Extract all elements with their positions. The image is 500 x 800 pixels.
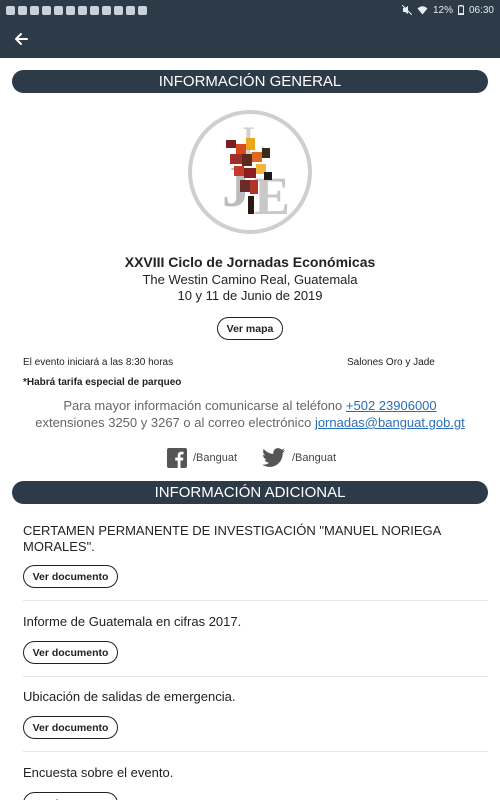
event-venue: The Westin Camino Real, Guatemala — [142, 272, 358, 287]
contact-line-1: Para mayor información comunicarse al te… — [0, 397, 500, 414]
status-bar: 12% 06:30 — [0, 0, 500, 20]
notification-icon — [90, 5, 99, 15]
notification-icon — [138, 5, 147, 15]
arrow-left-icon — [15, 33, 28, 45]
notification-icon — [18, 5, 27, 15]
general-info-header: INFORMACIÓN GENERAL — [12, 70, 488, 93]
app-bar — [0, 20, 500, 58]
mute-icon — [401, 5, 412, 15]
facebook-link[interactable]: /Banguat — [167, 448, 237, 468]
notification-icon — [102, 5, 111, 15]
divider — [23, 676, 488, 677]
event-rooms: Salones Oro y Jade — [347, 357, 435, 368]
contact-text-2: extensiones 3250 y 3267 o al correo elec… — [35, 415, 312, 430]
document-title: CERTAMEN PERMANENTE DE INVESTIGACIÓN "MA… — [23, 523, 441, 554]
notification-icon — [30, 5, 39, 15]
contact-text-1: Para mayor información comunicarse al te… — [63, 398, 343, 413]
clock: 06:30 — [468, 4, 494, 16]
event-logo: J E L — [188, 110, 312, 234]
email-link[interactable]: jornadas@banguat.gob.gt — [315, 415, 465, 430]
event-dates: 10 y 11 de Junio de 2019 — [177, 288, 323, 303]
contact-line-2: extensiones 3250 y 3267 o al correo elec… — [0, 414, 500, 431]
divider — [23, 600, 488, 601]
view-document-button[interactable]: Ver documento — [23, 716, 118, 739]
event-start-time: El evento iniciará a las 8:30 horas — [23, 357, 174, 368]
phone-link[interactable]: +502 23906000 — [346, 398, 437, 413]
additional-info-header: INFORMACIÓN ADICIONAL — [12, 481, 488, 504]
notification-icon — [54, 5, 63, 15]
battery-icon — [457, 5, 464, 15]
notification-icon — [78, 5, 87, 15]
svg-text:E: E — [254, 166, 290, 226]
facebook-label: /Banguat — [193, 452, 238, 464]
document-title: Informe de Guatemala en cifras 2017. — [23, 614, 242, 629]
document-title: Ubicación de salidas de emergencia. — [23, 689, 236, 704]
notification-icons — [6, 5, 147, 15]
twitter-icon — [262, 448, 285, 467]
view-document-button[interactable]: Ver documento — [23, 565, 118, 588]
battery-percent: 12% — [432, 4, 453, 16]
view-document-button[interactable]: Ver documento — [23, 641, 118, 664]
parking-note: *Habrá tarifa especial de parqueo — [23, 377, 182, 388]
facebook-icon — [167, 448, 187, 468]
view-document-button[interactable]: Ver documento — [23, 792, 118, 800]
view-map-button[interactable]: Ver mapa — [217, 317, 283, 340]
event-title: XXVIII Ciclo de Jornadas Económicas — [124, 254, 376, 270]
notification-icon — [42, 5, 51, 15]
notification-icon — [114, 5, 123, 15]
twitter-link[interactable]: /Banguat — [262, 448, 336, 468]
main-content[interactable]: INFORMACIÓN GENERAL J E L XXVIII Ciclo d… — [0, 58, 500, 800]
notification-icon — [66, 5, 75, 15]
twitter-label: /Banguat — [292, 452, 337, 464]
notification-icon — [6, 5, 15, 15]
document-title: Encuesta sobre el evento. — [23, 765, 174, 780]
notification-icon — [126, 5, 135, 15]
wifi-icon — [417, 6, 428, 15]
back-button[interactable] — [10, 28, 32, 50]
divider — [23, 751, 488, 752]
